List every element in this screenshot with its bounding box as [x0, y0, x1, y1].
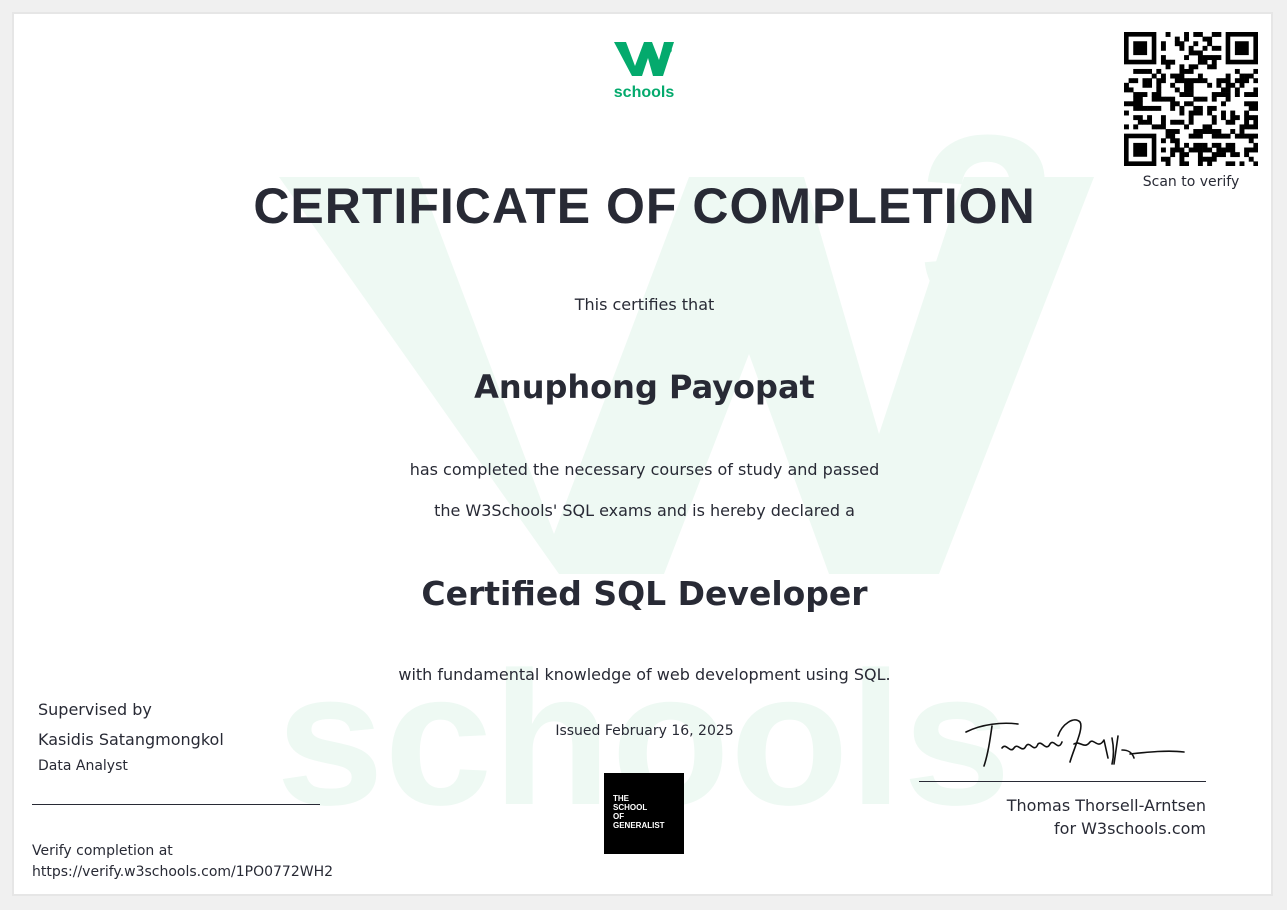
w3schools-logo-icon: 3 schools — [614, 40, 675, 100]
recipient-name: Anuphong Payopat — [474, 368, 815, 406]
signature-divider — [919, 781, 1206, 782]
signatory-organization: for W3schools.com — [1054, 819, 1206, 838]
logo-superscript: 3 — [664, 40, 672, 57]
badge-line: THE — [613, 794, 629, 803]
certification-designation: Certified SQL Developer — [421, 574, 868, 613]
handwritten-signature-icon — [965, 719, 1185, 767]
verify-url-link[interactable]: https://verify.w3schools.com/1PO0772WH2 — [32, 864, 333, 880]
logo-wordmark: schools — [614, 84, 675, 100]
statement-line-3: with fundamental knowledge of web develo… — [398, 665, 891, 684]
statement-line-2: the W3Schools' SQL exams and is hereby d… — [434, 501, 855, 520]
verify-label: Verify completion at — [32, 843, 173, 859]
statement-line-1: has completed the necessary courses of s… — [409, 460, 880, 479]
badge-line: OF — [613, 812, 625, 821]
supervisor-divider — [32, 804, 320, 805]
qr-code-icon[interactable] — [1124, 32, 1258, 166]
supervisor-title: Data Analyst — [38, 758, 128, 774]
signatory-name: Thomas Thorsell-Arntsen — [1006, 796, 1206, 815]
certificate-card: 3 schools 3 schools Scan to verify CERTI… — [12, 12, 1273, 896]
page: 3 schools 3 schools Scan to verify CERTI… — [0, 0, 1287, 910]
certifies-intro: This certifies that — [574, 295, 715, 314]
certificate-title: CERTIFICATE OF COMPLETION — [253, 178, 1036, 234]
badge-line: SCHOOL — [613, 803, 648, 812]
badge-line: GENERALIST — [613, 821, 665, 830]
school-of-generalist-logo-icon: THE SCHOOL OF GENERALIST — [604, 773, 684, 854]
supervised-by-label: Supervised by — [38, 700, 152, 719]
supervisor-name: Kasidis Satangmongkol — [38, 730, 224, 749]
